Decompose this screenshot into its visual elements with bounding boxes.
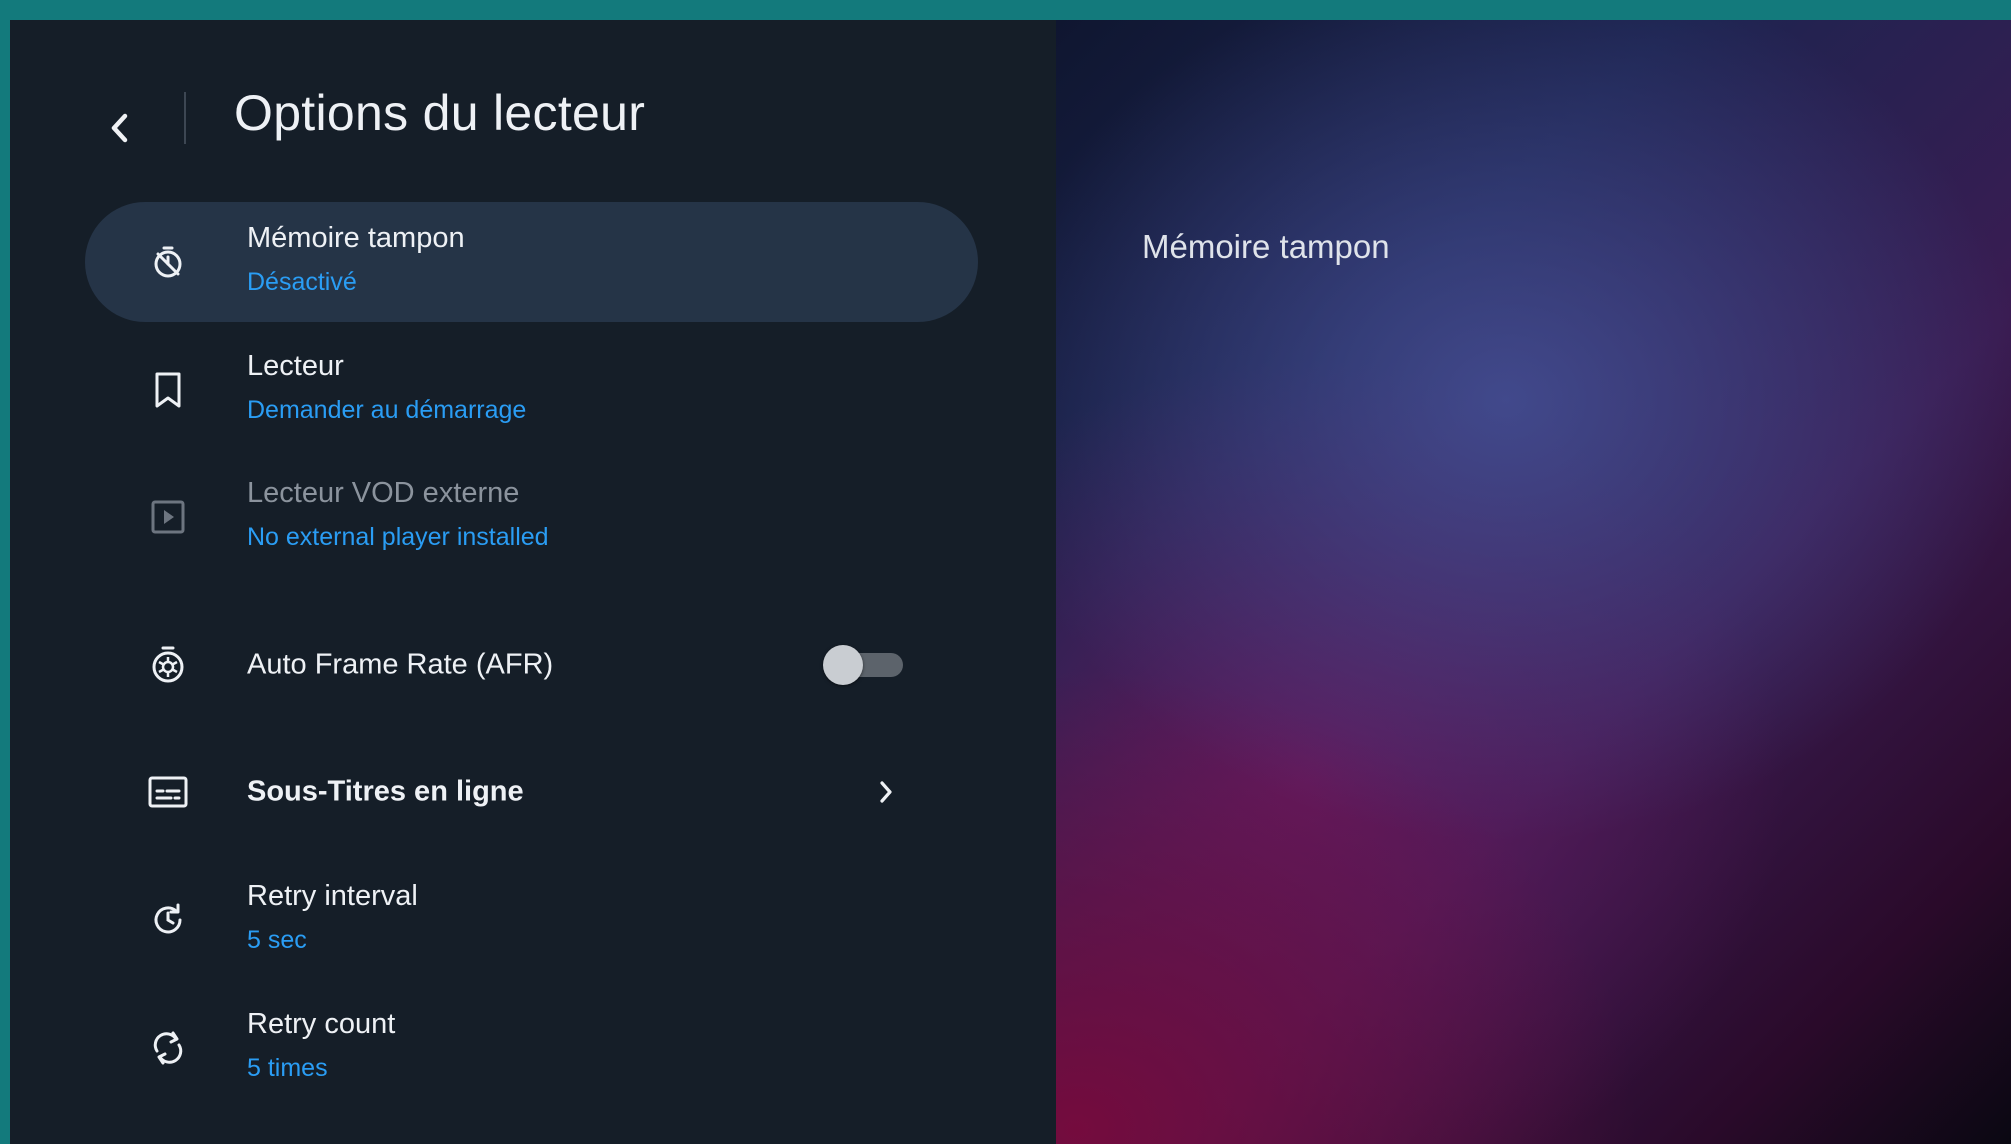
- setting-external-vod-player: Lecteur VOD externe No external player i…: [85, 457, 978, 577]
- shutter-icon: [148, 645, 188, 685]
- detail-title: Mémoire tampon: [1142, 228, 1390, 265]
- setting-label: Retry count: [247, 1008, 396, 1040]
- setting-value: 5 sec: [247, 926, 307, 954]
- setting-auto-frame-rate[interactable]: Auto Frame Rate (AFR): [85, 605, 978, 725]
- detail-panel: Mémoire tampon: [1056, 20, 2011, 1144]
- back-button[interactable]: [90, 98, 150, 158]
- chevron-right-icon: [871, 777, 901, 807]
- toggle-thumb: [823, 645, 863, 685]
- setting-value: Demander au démarrage: [247, 396, 527, 424]
- setting-label: Sous-Titres en ligne: [247, 775, 524, 808]
- setting-player[interactable]: Lecteur Demander au démarrage: [85, 330, 978, 450]
- bookmark-icon: [148, 370, 188, 410]
- setting-label: Mémoire tampon: [247, 222, 465, 254]
- setting-buffer-memory[interactable]: Mémoire tampon Désactivé: [85, 202, 978, 322]
- setting-value: 5 times: [247, 1054, 328, 1082]
- setting-online-subtitles[interactable]: Sous-Titres en ligne: [85, 732, 978, 852]
- play-box-icon: [148, 497, 188, 537]
- settings-panel: Options du lecteur Mémoire tampon Désact…: [10, 20, 1056, 1144]
- subtitles-icon: [148, 772, 188, 812]
- header-divider: [184, 92, 186, 144]
- clock-refresh-icon: [148, 900, 188, 940]
- timer-off-icon: [148, 242, 188, 282]
- setting-value: Désactivé: [247, 268, 357, 296]
- setting-retry-interval[interactable]: Retry interval 5 sec: [85, 860, 978, 980]
- page-title: Options du lecteur: [234, 85, 646, 141]
- setting-label: Retry interval: [247, 880, 418, 912]
- chevron-left-icon: [111, 113, 128, 143]
- setting-value: No external player installed: [247, 523, 549, 551]
- setting-retry-count[interactable]: Retry count 5 times: [85, 988, 978, 1108]
- setting-label: Lecteur: [247, 350, 344, 382]
- setting-label: Lecteur VOD externe: [247, 477, 520, 509]
- setting-label: Auto Frame Rate (AFR): [247, 648, 554, 681]
- afr-toggle[interactable]: [823, 645, 903, 685]
- sync-icon: [148, 1028, 188, 1068]
- screen: Options du lecteur Mémoire tampon Désact…: [10, 20, 2011, 1144]
